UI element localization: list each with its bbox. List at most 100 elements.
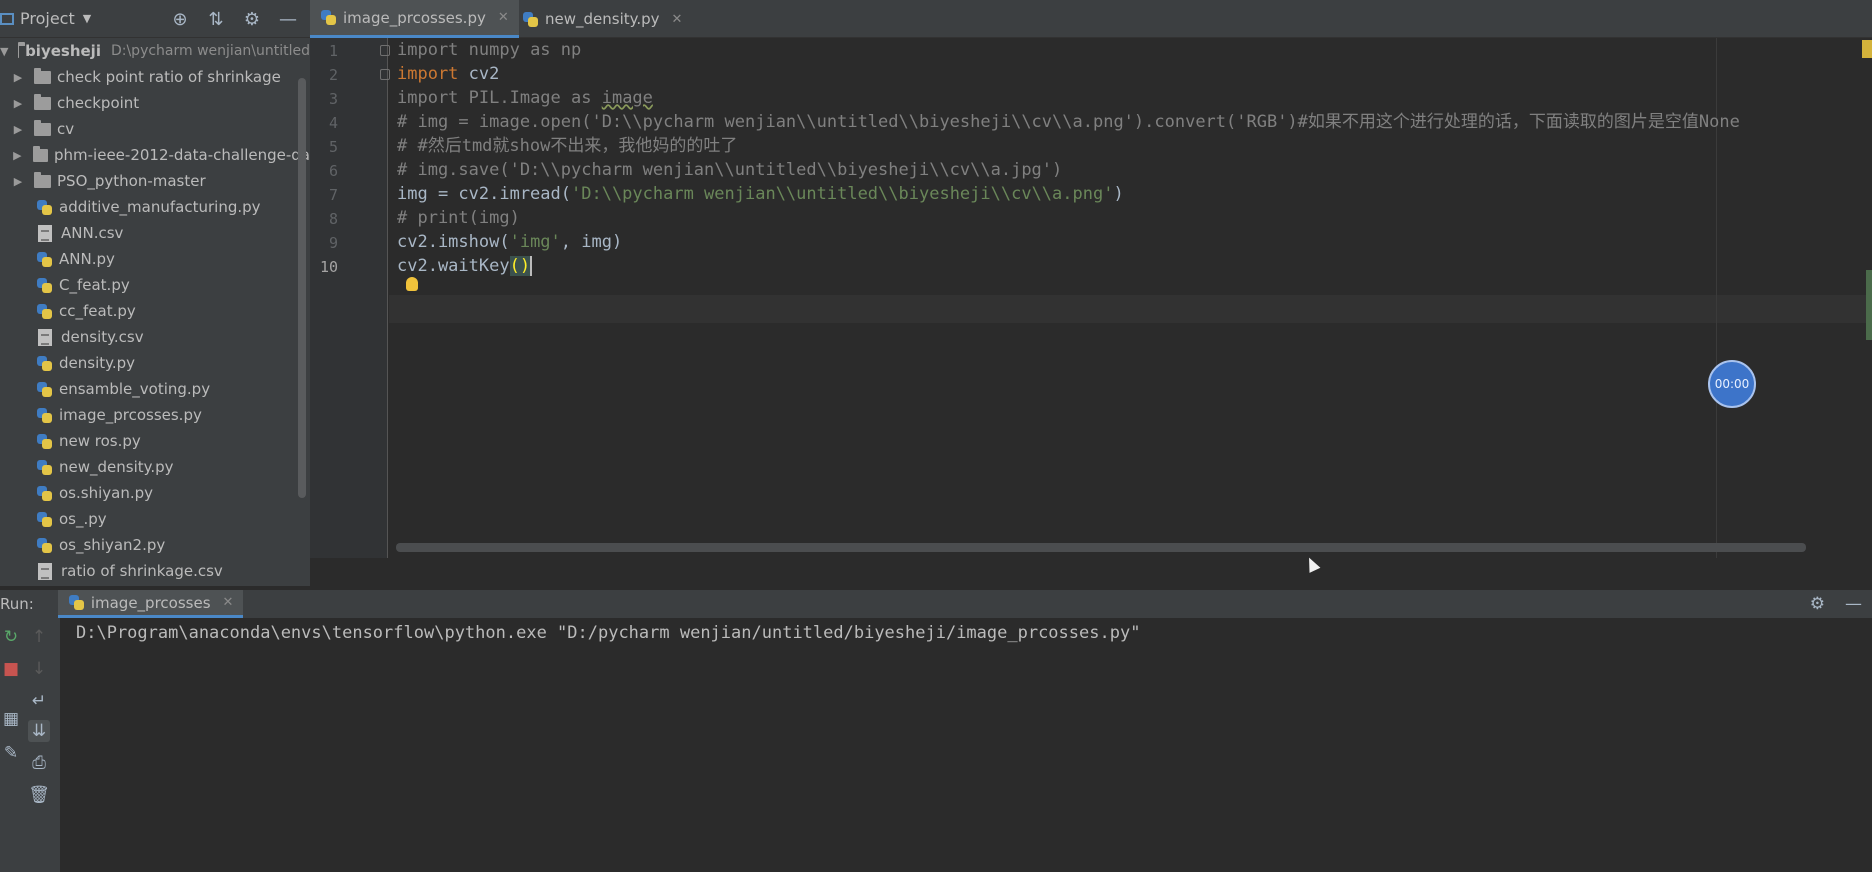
tree-file[interactable]: new ros.py xyxy=(0,428,310,454)
minimize-icon[interactable]: — xyxy=(1845,594,1862,614)
python-file-icon xyxy=(68,594,85,611)
run-panel-header: Run: image_prcosses ✕ ⚙ — xyxy=(0,590,1872,618)
root-folder-path: D:\pycharm wenjian\untitled xyxy=(110,43,310,59)
gear-icon[interactable]: ⚙ xyxy=(242,9,262,30)
run-tab-image-prcosses[interactable]: image_prcosses ✕ xyxy=(57,590,244,618)
csv-file-icon xyxy=(38,328,52,346)
lightbulb-icon[interactable] xyxy=(406,277,418,291)
scroll-marker[interactable] xyxy=(1866,270,1872,340)
token-string: 'img' xyxy=(509,232,561,252)
folder-label: phm-ieee-2012-data-challenge-da xyxy=(54,146,310,164)
close-icon[interactable]: ✕ xyxy=(498,10,509,25)
csv-file-icon xyxy=(38,562,52,580)
tree-file[interactable]: cc_feat.py xyxy=(0,298,310,324)
tab-image-prcosses[interactable]: image_prcosses.py ✕ xyxy=(310,0,519,38)
python-file-icon xyxy=(36,355,53,372)
tree-file[interactable]: ratio of shrinkage.csv xyxy=(0,558,310,584)
line-number: 5 xyxy=(328,138,338,156)
tab-new-density[interactable]: new_density.py ✕ xyxy=(512,0,692,38)
folder-icon xyxy=(34,93,51,110)
file-label: new_density.py xyxy=(59,458,174,476)
close-icon[interactable]: ✕ xyxy=(672,12,683,27)
tree-folder[interactable]: ▶ phm-ieee-2012-data-challenge-da xyxy=(0,142,310,168)
run-console[interactable] xyxy=(60,618,1872,872)
soft-wrap-icon[interactable]: ↵ xyxy=(28,690,50,712)
line-number: 2 xyxy=(328,66,338,84)
project-icon xyxy=(0,12,14,25)
python-file-icon xyxy=(36,303,53,320)
warning-marker-icon[interactable] xyxy=(1862,40,1872,58)
tree-file[interactable]: ANN.py xyxy=(0,246,310,272)
tree-file[interactable]: image_prcosses.py xyxy=(0,402,310,428)
chevron-right-icon[interactable]: ▶ xyxy=(12,97,24,110)
project-panel-header: Project ▼ ⊕ ⇅ ⚙ — xyxy=(0,0,310,38)
fold-marker-icon[interactable] xyxy=(380,69,390,80)
code-line-10: cv2.waitKey() xyxy=(397,252,533,280)
tree-file[interactable]: os.shiyan.py xyxy=(0,480,310,506)
chevron-right-icon[interactable]: ▶ xyxy=(12,71,24,84)
tree-root-biyesheji[interactable]: ▼ biyesheji D:\pycharm wenjian\untitled xyxy=(0,38,310,64)
project-view-selector[interactable]: Project ▼ xyxy=(0,9,91,28)
arrow-up-icon[interactable]: ↑ xyxy=(28,626,50,648)
chevron-right-icon[interactable]: ▶ xyxy=(12,123,24,136)
tree-file[interactable]: C_feat.py xyxy=(0,272,310,298)
python-file-icon xyxy=(36,511,53,528)
python-file-icon xyxy=(36,459,53,476)
folder-icon xyxy=(34,119,51,136)
tree-file[interactable]: additive_manufacturing.py xyxy=(0,194,310,220)
project-title: Project xyxy=(20,9,75,28)
python-file-icon xyxy=(320,9,337,26)
file-label: ANN.py xyxy=(59,250,115,268)
rerun-icon[interactable]: ↻ xyxy=(0,626,22,648)
python-file-icon xyxy=(36,381,53,398)
editor-horizontal-scrollbar[interactable] xyxy=(396,543,1806,552)
minimize-icon[interactable]: — xyxy=(278,9,298,30)
file-label: new ros.py xyxy=(59,432,141,450)
collapse-all-icon[interactable]: ⇅ xyxy=(206,9,226,30)
tab-label: new_density.py xyxy=(545,10,660,28)
recording-timer[interactable]: 00:00 xyxy=(1708,360,1756,408)
trash-icon[interactable]: 🗑 xyxy=(28,784,50,806)
folder-icon xyxy=(34,171,51,188)
tree-file[interactable]: os_shiyan2.py xyxy=(0,532,310,558)
tree-file[interactable]: os_.py xyxy=(0,506,310,532)
token-keyword: import xyxy=(397,64,459,84)
file-label: additive_manufacturing.py xyxy=(59,198,261,216)
tree-folder[interactable]: ▶ PSO_python-master xyxy=(0,168,310,194)
tree-file[interactable]: density.csv xyxy=(0,324,310,350)
tree-file[interactable]: density.py xyxy=(0,350,310,376)
tree-file[interactable]: new_density.py xyxy=(0,454,310,480)
print-icon[interactable]: ⎙ xyxy=(28,752,50,774)
tree-folder[interactable]: ▶ check point ratio of shrinkage xyxy=(0,64,310,90)
close-icon[interactable]: ✕ xyxy=(223,595,234,610)
tree-scrollbar[interactable] xyxy=(298,78,306,498)
chevron-down-icon[interactable]: ▼ xyxy=(0,45,8,58)
line-number: 4 xyxy=(328,114,338,132)
gear-icon[interactable]: ⚙ xyxy=(1810,594,1825,614)
folder-icon xyxy=(18,41,23,58)
stop-icon[interactable]: ■ xyxy=(0,658,22,680)
chevron-right-icon[interactable]: ▶ xyxy=(12,175,24,188)
tree-file[interactable]: ANN.csv xyxy=(0,220,310,246)
pin-icon[interactable]: ✎ xyxy=(0,742,22,764)
folder-label: cv xyxy=(57,120,75,138)
tree-folder[interactable]: ▶ cv xyxy=(0,116,310,142)
token-text: PIL.Image as xyxy=(458,88,602,108)
tree-file[interactable]: ensamble_voting.py xyxy=(0,376,310,402)
token-keyword: import xyxy=(397,40,459,60)
token-text: cv2.imshow( xyxy=(397,232,510,252)
root-folder-name: biyesheji xyxy=(25,42,101,60)
fold-marker-icon[interactable] xyxy=(380,45,390,56)
chevron-down-icon: ▼ xyxy=(82,12,92,25)
locate-file-icon[interactable]: ⊕ xyxy=(170,9,190,30)
file-label: os.shiyan.py xyxy=(59,484,153,502)
layout-icon[interactable]: ▦ xyxy=(0,708,22,730)
scroll-to-end-icon[interactable]: ⇊ xyxy=(28,720,50,742)
csv-file-icon xyxy=(38,224,52,242)
token-keyword: import xyxy=(397,88,459,108)
current-line-highlight xyxy=(389,295,1872,323)
chevron-right-icon[interactable]: ▶ xyxy=(12,149,23,162)
arrow-down-icon[interactable]: ↓ xyxy=(28,658,50,680)
tree-folder[interactable]: ▶ checkpoint xyxy=(0,90,310,116)
python-file-icon xyxy=(36,485,53,502)
